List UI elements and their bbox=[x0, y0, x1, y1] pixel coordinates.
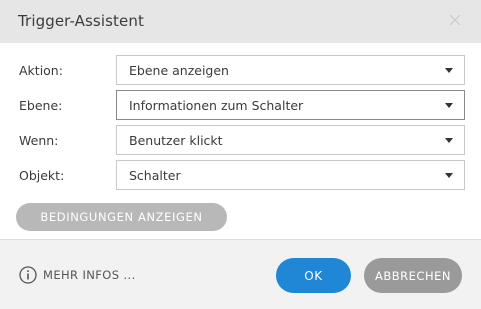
dialog-title: Trigger-Assistent bbox=[18, 12, 144, 30]
object-row: Objekt: Schalter bbox=[0, 160, 481, 190]
dialog-footer: MEHR INFOS ... OK ABBRECHEN bbox=[0, 239, 481, 309]
chevron-down-icon bbox=[445, 138, 453, 144]
layer-value: Informationen zum Schalter bbox=[129, 98, 304, 113]
layer-row: Ebene: Informationen zum Schalter bbox=[0, 90, 481, 120]
show-conditions-button[interactable]: BEDINGUNGEN ANZEIGEN bbox=[16, 203, 227, 231]
layer-select[interactable]: Informationen zum Schalter bbox=[116, 90, 465, 120]
action-select[interactable]: Ebene anzeigen bbox=[116, 55, 465, 85]
ok-button[interactable]: OK bbox=[276, 258, 351, 293]
when-label: Wenn: bbox=[19, 133, 59, 148]
object-label: Objekt: bbox=[19, 168, 65, 183]
action-row: Aktion: Ebene anzeigen bbox=[0, 55, 481, 85]
info-icon bbox=[19, 266, 37, 284]
action-value: Ebene anzeigen bbox=[129, 63, 229, 78]
chevron-down-icon bbox=[445, 103, 453, 109]
action-label: Aktion: bbox=[19, 63, 63, 78]
close-icon[interactable] bbox=[447, 12, 463, 28]
object-select[interactable]: Schalter bbox=[116, 160, 465, 190]
chevron-down-icon bbox=[445, 173, 453, 179]
more-info-label: MEHR INFOS ... bbox=[43, 268, 136, 282]
cancel-button[interactable]: ABBRECHEN bbox=[364, 258, 462, 293]
when-select[interactable]: Benutzer klickt bbox=[116, 125, 465, 155]
when-row: Wenn: Benutzer klickt bbox=[0, 125, 481, 155]
object-value: Schalter bbox=[129, 168, 181, 183]
trigger-wizard-dialog: Trigger-Assistent Aktion: Ebene anzeigen… bbox=[0, 0, 481, 309]
layer-label: Ebene: bbox=[19, 98, 63, 113]
when-value: Benutzer klickt bbox=[129, 133, 223, 148]
more-info-link[interactable]: MEHR INFOS ... bbox=[19, 266, 136, 284]
chevron-down-icon bbox=[445, 68, 453, 74]
dialog-titlebar: Trigger-Assistent bbox=[0, 0, 481, 43]
